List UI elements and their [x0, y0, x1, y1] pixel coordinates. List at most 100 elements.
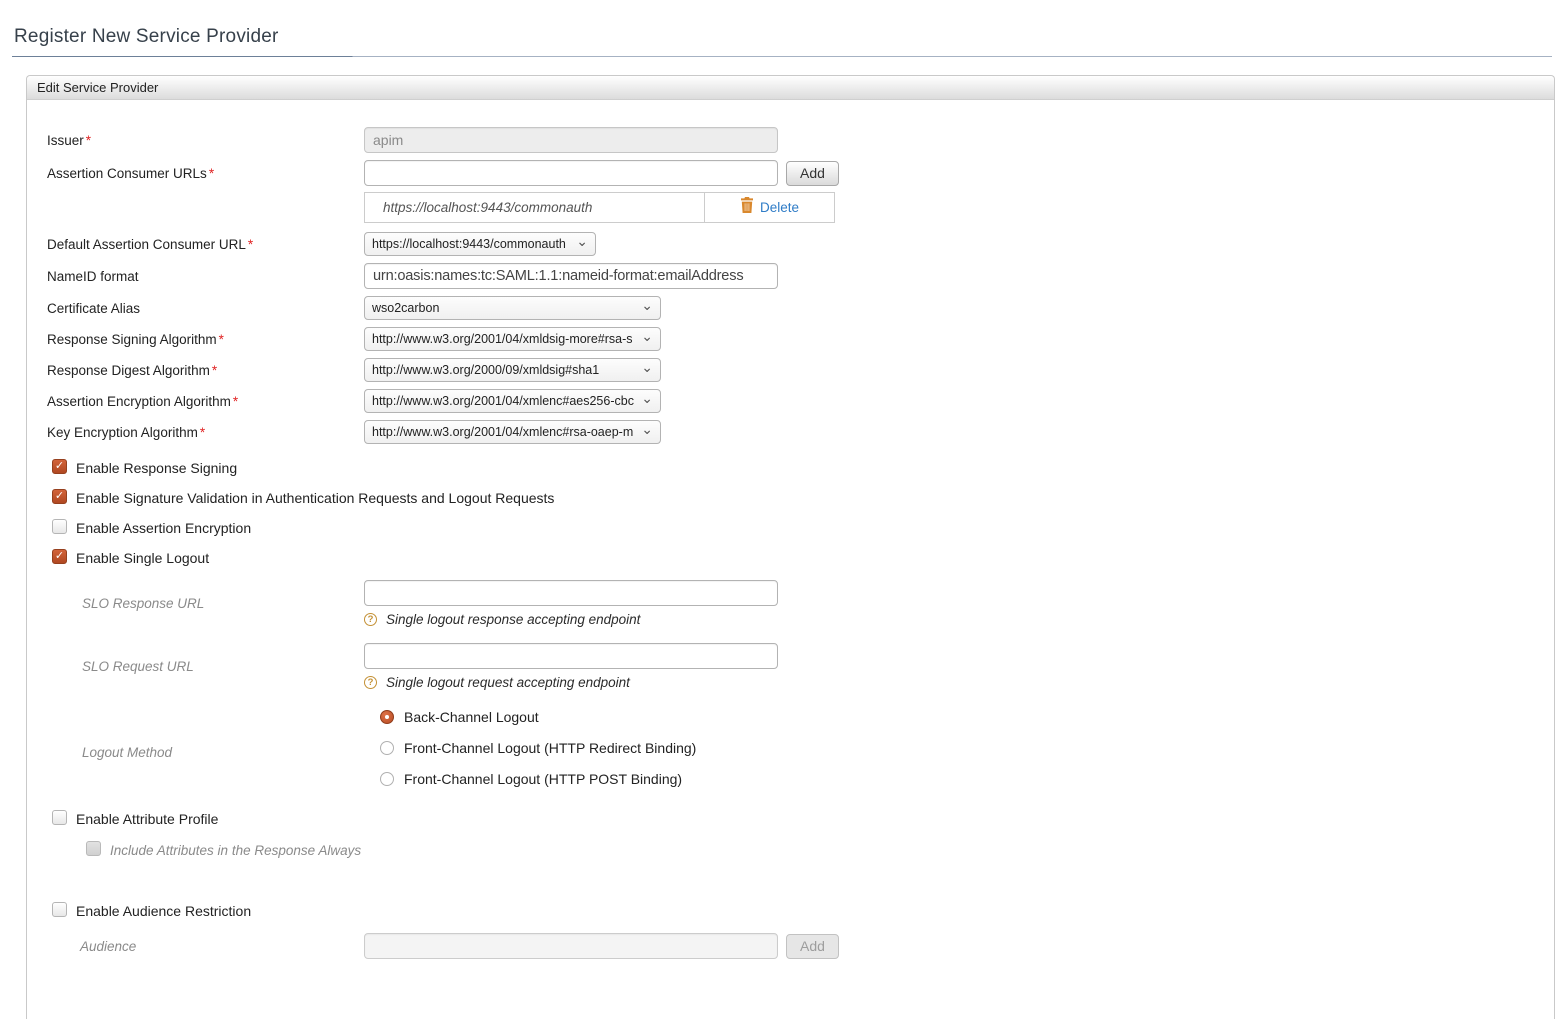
slo-request-hint: ? Single logout request accepting endpoi…: [364, 675, 778, 690]
delete-label[interactable]: Delete: [760, 200, 799, 215]
assertion-encryption-algorithm-label: Assertion Encryption Algorithm*: [47, 394, 364, 409]
response-signing-algorithm-select[interactable]: http://www.w3.org/2001/04/xmldsig-more#r…: [364, 327, 661, 351]
logout-method-row: Logout Method Back-Channel Logout Front-…: [47, 706, 1534, 799]
issuer-row: Issuer*: [47, 127, 1534, 153]
required-asterisk: *: [86, 133, 91, 148]
slo-response-url-input[interactable]: [364, 580, 778, 606]
slo-response-hint-text: Single logout response accepting endpoin…: [386, 612, 640, 627]
include-attributes-row: ✓ Include Attributes in the Response Alw…: [86, 843, 1534, 858]
back-channel-logout-option[interactable]: Back-Channel Logout: [380, 706, 696, 728]
panel-title: Edit Service Provider: [37, 80, 158, 95]
chevron-down-icon: ⌄: [641, 395, 653, 401]
required-asterisk: *: [219, 332, 224, 347]
page-title: Register New Service Provider: [0, 0, 1564, 48]
front-channel-redirect-label: Front-Channel Logout (HTTP Redirect Bind…: [404, 740, 696, 756]
enable-response-signing-checkbox[interactable]: ✓: [52, 459, 67, 474]
logout-method-label: Logout Method: [47, 745, 364, 760]
default-acs-label: Default Assertion Consumer URL*: [47, 237, 364, 252]
required-asterisk: *: [212, 363, 217, 378]
help-icon: ?: [364, 676, 377, 689]
include-attributes-checkbox: ✓: [86, 841, 101, 856]
certificate-alias-row: Certificate Alias wso2carbon ⌄: [47, 296, 1534, 320]
audience-input: [364, 933, 778, 959]
enable-attribute-profile-checkbox[interactable]: ✓: [52, 810, 67, 825]
chevron-down-icon: ⌄: [641, 364, 653, 370]
chevron-down-icon: ⌄: [576, 238, 588, 244]
enable-assertion-encryption-label: Enable Assertion Encryption: [76, 520, 251, 536]
enable-response-signing-label: Enable Response Signing: [76, 460, 237, 476]
enable-audience-restriction-label: Enable Audience Restriction: [76, 903, 251, 919]
slo-request-url-row: SLO Request URL ? Single logout request …: [47, 643, 1534, 690]
slo-response-url-label: SLO Response URL: [47, 596, 364, 611]
issuer-input: [364, 127, 778, 153]
toggle-section: ✓ Enable Response Signing ✓ Enable Signa…: [47, 460, 1534, 566]
key-encryption-algorithm-label: Key Encryption Algorithm*: [47, 425, 364, 440]
assertion-encryption-algorithm-select[interactable]: http://www.w3.org/2001/04/xmlenc#aes256-…: [364, 389, 661, 413]
nameid-format-input[interactable]: [364, 263, 778, 289]
edit-service-provider-panel: Edit Service Provider Issuer* Assertion …: [26, 75, 1555, 1019]
response-digest-algorithm-label: Response Digest Algorithm*: [47, 363, 364, 378]
audience-label: Audience: [47, 939, 364, 954]
front-channel-redirect-radio[interactable]: [380, 741, 394, 755]
add-assertion-consumer-url-button[interactable]: Add: [786, 161, 839, 186]
assertion-consumer-url-input[interactable]: [364, 160, 778, 186]
enable-signature-validation-row: ✓ Enable Signature Validation in Authent…: [52, 490, 1534, 506]
audience-row: Audience Add: [47, 933, 1534, 959]
assertion-consumer-urls-row: Assertion Consumer URLs* Add: [47, 160, 1534, 186]
default-acs-select[interactable]: https://localhost:9443/commonauth ⌄: [364, 232, 596, 256]
back-channel-logout-label: Back-Channel Logout: [404, 709, 539, 725]
front-channel-post-option[interactable]: Front-Channel Logout (HTTP POST Binding): [380, 768, 696, 790]
response-signing-algorithm-row: Response Signing Algorithm* http://www.w…: [47, 327, 1534, 351]
enable-assertion-encryption-checkbox[interactable]: ✓: [52, 519, 67, 534]
nameid-format-label: NameID format: [47, 269, 364, 284]
slo-request-url-label: SLO Request URL: [47, 659, 364, 674]
add-audience-button: Add: [786, 934, 839, 959]
slo-request-url-input[interactable]: [364, 643, 778, 669]
enable-audience-restriction-checkbox[interactable]: ✓: [52, 902, 67, 917]
help-icon: ?: [364, 613, 377, 626]
front-channel-post-label: Front-Channel Logout (HTTP POST Binding): [404, 771, 682, 787]
enable-response-signing-row: ✓ Enable Response Signing: [52, 460, 1534, 476]
front-channel-redirect-option[interactable]: Front-Channel Logout (HTTP Redirect Bind…: [380, 737, 696, 759]
assertion-encryption-algorithm-row: Assertion Encryption Algorithm* http://w…: [47, 389, 1534, 413]
key-encryption-algorithm-select[interactable]: http://www.w3.org/2001/04/xmlenc#rsa-oae…: [364, 420, 661, 444]
assertion-consumer-urls-label: Assertion Consumer URLs*: [47, 166, 364, 181]
delete-assertion-consumer-url-button[interactable]: Delete: [705, 193, 834, 222]
check-icon: ✓: [55, 551, 64, 562]
enable-single-logout-checkbox[interactable]: ✓: [52, 549, 67, 564]
certificate-alias-label: Certificate Alias: [47, 301, 364, 316]
response-signing-algorithm-label: Response Signing Algorithm*: [47, 332, 364, 347]
enable-signature-validation-label: Enable Signature Validation in Authentic…: [76, 490, 554, 506]
logout-method-options: Back-Channel Logout Front-Channel Logout…: [364, 706, 696, 799]
response-digest-algorithm-select[interactable]: http://www.w3.org/2000/09/xmldsig#sha1 ⌄: [364, 358, 661, 382]
required-asterisk: *: [248, 237, 253, 252]
trash-icon: [740, 197, 754, 218]
panel-body: Issuer* Assertion Consumer URLs* Add htt…: [27, 100, 1554, 1019]
required-asterisk: *: [200, 425, 205, 440]
issuer-label: Issuer*: [47, 133, 364, 148]
certificate-alias-select[interactable]: wso2carbon ⌄: [364, 296, 661, 320]
key-encryption-algorithm-row: Key Encryption Algorithm* http://www.w3.…: [47, 420, 1534, 444]
check-icon: ✓: [55, 491, 64, 502]
slo-request-hint-text: Single logout request accepting endpoint: [386, 675, 630, 690]
title-divider: [12, 56, 1552, 57]
chevron-down-icon: ⌄: [641, 426, 653, 432]
include-attributes-label: Include Attributes in the Response Alway…: [110, 843, 361, 858]
enable-assertion-encryption-row: ✓ Enable Assertion Encryption: [52, 520, 1534, 536]
enable-signature-validation-checkbox[interactable]: ✓: [52, 489, 67, 504]
check-icon: ✓: [55, 461, 64, 472]
enable-attribute-profile-row: ✓ Enable Attribute Profile: [52, 811, 1534, 827]
enable-attribute-profile-label: Enable Attribute Profile: [76, 811, 218, 827]
default-acs-row: Default Assertion Consumer URL* https://…: [47, 232, 1534, 256]
enable-single-logout-label: Enable Single Logout: [76, 550, 209, 566]
enable-single-logout-row: ✓ Enable Single Logout: [52, 550, 1534, 566]
nameid-format-row: NameID format: [47, 263, 1534, 289]
response-digest-algorithm-row: Response Digest Algorithm* http://www.w3…: [47, 358, 1534, 382]
slo-response-hint: ? Single logout response accepting endpo…: [364, 612, 778, 627]
slo-response-url-row: SLO Response URL ? Single logout respons…: [47, 580, 1534, 627]
front-channel-post-radio[interactable]: [380, 772, 394, 786]
back-channel-logout-radio[interactable]: [380, 710, 394, 724]
assertion-consumer-url-table: https://localhost:9443/commonauth Delete: [364, 192, 835, 223]
chevron-down-icon: ⌄: [641, 302, 653, 308]
required-asterisk: *: [233, 394, 238, 409]
